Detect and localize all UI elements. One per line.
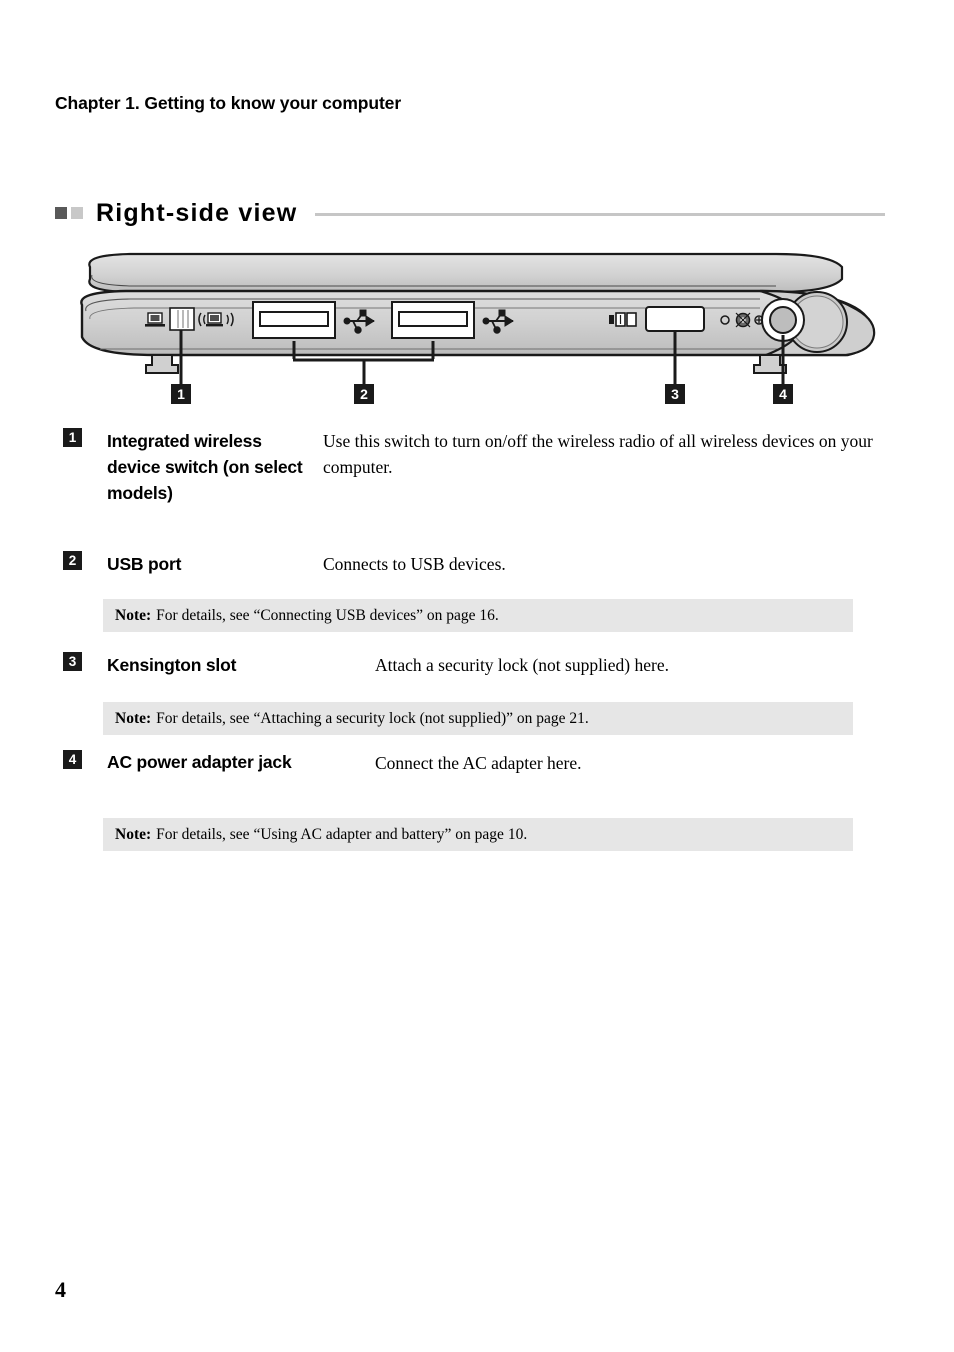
wireless-switch[interactable] bbox=[169, 307, 195, 331]
title-divider bbox=[315, 213, 885, 216]
callout-badge-2: 2 bbox=[354, 384, 374, 404]
item-badge-3: 3 bbox=[63, 652, 82, 671]
kensington-slot bbox=[645, 306, 705, 332]
callout-badge-4: 4 bbox=[773, 384, 793, 404]
item-description-1: Use this switch to turn on/off the wirel… bbox=[323, 431, 873, 477]
note-text-2: For details, see “Connecting USB devices… bbox=[156, 606, 499, 624]
item-badge-4: 4 bbox=[63, 750, 82, 769]
svg-text:3: 3 bbox=[671, 386, 679, 402]
note-box-2: Note: For details, see “Connecting USB d… bbox=[103, 599, 853, 632]
svg-text:4: 4 bbox=[779, 386, 787, 402]
item-label-1: Integrated wireless device switch (on se… bbox=[107, 431, 303, 503]
note-text-3: For details, see “Attaching a security l… bbox=[156, 709, 589, 727]
chapter-header: Chapter 1. Getting to know your computer bbox=[55, 93, 402, 113]
bullet-light-square-icon bbox=[71, 207, 83, 219]
note-label-2: Note: bbox=[115, 606, 152, 624]
callout-badge-1: 1 bbox=[171, 384, 191, 404]
item-badge-1: 1 bbox=[63, 428, 82, 447]
item-label-2: USB port bbox=[107, 554, 182, 574]
right-side-view-illustration: 1 2 3 4 bbox=[60, 245, 890, 410]
usb-port-2 bbox=[391, 301, 475, 339]
bullet-dark-square-icon bbox=[55, 207, 67, 219]
svg-text:1: 1 bbox=[177, 386, 185, 402]
item-badge-2: 2 bbox=[63, 551, 82, 570]
note-label-4: Note: bbox=[115, 825, 152, 843]
item-label-4: AC power adapter jack bbox=[107, 752, 292, 772]
callout-badge-3: 3 bbox=[665, 384, 685, 404]
item-description-2: Connects to USB devices. bbox=[323, 554, 506, 574]
item-label-3: Kensington slot bbox=[107, 655, 237, 675]
note-text-4: For details, see “Using AC adapter and b… bbox=[156, 825, 528, 843]
item-description-3: Attach a security lock (not supplied) he… bbox=[375, 655, 669, 675]
section-title-row: Right-side view bbox=[55, 196, 885, 230]
item-description-4: Connect the AC adapter here. bbox=[375, 753, 582, 773]
usb-port-1 bbox=[252, 301, 336, 339]
page-number: 4 bbox=[55, 1277, 66, 1302]
page-title: Right-side view bbox=[96, 198, 298, 227]
svg-text:2: 2 bbox=[360, 386, 368, 402]
ac-power-jack bbox=[761, 298, 805, 342]
note-label-3: Note: bbox=[115, 709, 152, 727]
laptop-icon bbox=[145, 312, 165, 327]
foot-right bbox=[753, 354, 787, 374]
note-box-4: Note: For details, see “Using AC adapter… bbox=[103, 818, 853, 851]
foot-left bbox=[145, 354, 179, 374]
note-box-3: Note: For details, see “Attaching a secu… bbox=[103, 702, 853, 735]
